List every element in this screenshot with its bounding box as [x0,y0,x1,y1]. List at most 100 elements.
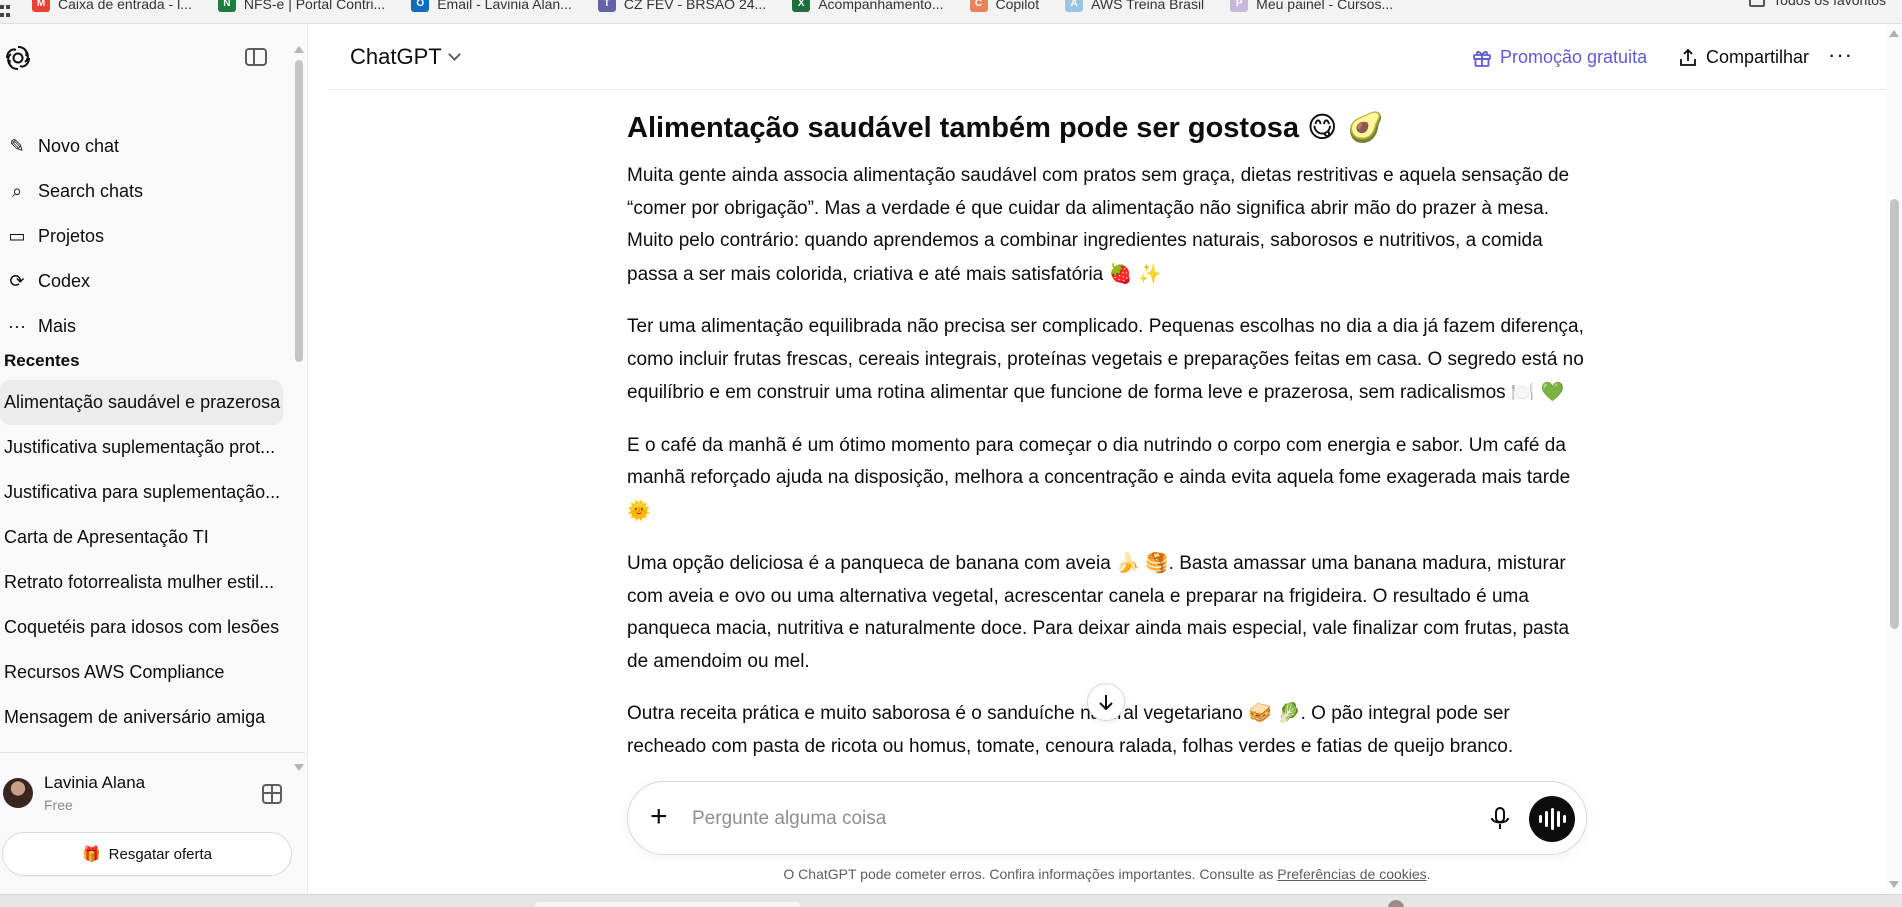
scroll-up-arrow-icon[interactable] [1889,30,1899,37]
bookmark-label: Acompanhamento... [818,0,944,12]
prompt-input[interactable] [692,804,1492,834]
bookmark-item[interactable]: O Email - Lavinia Alan... [411,0,572,12]
bookmark-label: Copilot [995,0,1040,12]
paragraph-emoji: 🌞 [627,499,651,522]
bookmark-item[interactable]: T CZ FEV - BRSAO 24... [597,0,767,12]
taskbar-search[interactable] [535,902,800,907]
bookmark-label: CZ FEV - BRSAO 24... [623,0,767,12]
add-attachment-icon[interactable]: + [650,802,668,832]
all-favorites[interactable]: Todos os favoritos [1749,0,1886,8]
nfse-icon: N [217,0,236,12]
folder-icon [1749,0,1766,7]
bookmark-item[interactable]: C Copilot [969,0,1040,12]
all-favorites-label: Todos os favoritos [1773,0,1886,8]
user-name: Lavinia Alana [44,773,146,792]
sidebar-item-new-chat[interactable]: ✎ Novo chat [0,124,290,169]
recent-chat-item[interactable]: Recursos AWS Compliance [0,650,283,695]
teams-icon: T [597,0,616,12]
courses-icon: P [1230,0,1249,12]
sidebar-divider [0,752,305,753]
bookmark-item[interactable]: A AWS Treina Brasil [1065,0,1204,12]
bookmark-label: Email - Lavinia Alan... [437,0,572,12]
recent-chats-list: Alimentação saudável e prazerosa Justific… [0,380,283,740]
openai-logo-icon[interactable] [4,44,32,72]
sidebar-scrollbar[interactable] [294,46,304,771]
projects-icon: ▭ [8,226,26,246]
article-paragraph: Muita gente ainda associa alimentação sa… [627,160,1587,291]
taskbar [0,894,1902,907]
recent-chat-item[interactable]: Retrato fotorrealista mulher estil... [0,560,283,605]
scroll-up-arrow-icon[interactable] [294,46,304,53]
model-selector[interactable]: ChatGPT [350,44,461,70]
paragraph-emoji: 🍓 ✨ [1108,262,1162,285]
arrow-down-icon [1099,695,1113,711]
scroll-down-arrow-icon[interactable] [1889,881,1899,888]
microphone-icon[interactable] [1490,806,1510,832]
free-promo-button[interactable]: Promoção gratuita [1472,47,1647,68]
disclaimer: O ChatGPT pode cometer erros. Confira in… [0,866,1902,882]
sidebar-item-label: Codex [38,271,91,291]
user-profile[interactable]: Lavinia Alana Free [0,764,300,820]
gmail-icon: M [32,0,50,12]
sidebar-item-projects[interactable]: ▭ Projetos [0,214,290,259]
bookmark-label: AWS Treina Brasil [1091,0,1205,12]
sidebar-item-search[interactable]: ⌕ Search chats [0,169,290,214]
gift-icon: 🎁 [81,846,101,863]
message-composer: + [627,781,1587,855]
excel-icon: X [792,0,811,12]
sidebar-item-label: Novo chat [38,136,120,156]
sidebar-nav: ✎ Novo chat ⌕ Search chats ▭ Projetos ⟳ Codex ··… [0,124,290,349]
sidebar-item-label: Search chats [38,181,144,201]
more-options-icon[interactable]: ··· [1828,42,1853,68]
article-title-text: Alimentação saudável também pode ser gos… [627,112,1300,144]
paragraph-text: Outra receita prática e muito saborosa é… [627,703,1514,757]
voice-mode-button[interactable] [1529,796,1575,842]
bookmark-label: Caixa de entrada - l... [58,0,192,12]
recent-chat-item[interactable]: Carta de Apresentação TI [0,515,283,560]
bookmarks-bar: M Caixa de entrada - l... N NFS-e | Portal … [0,0,1902,24]
article-paragraph: Uma opção deliciosa é a panqueca de bana… [627,548,1587,678]
page-scrollbar[interactable] [1886,24,1902,894]
recent-chat-item[interactable]: Coquetéis para idosos com lesões [0,605,283,650]
title-emojis: 😋 🥑 [1307,110,1384,144]
aws-icon: A [1065,0,1084,12]
gift-icon [1473,50,1491,67]
cookie-preferences-link[interactable]: Preferências de cookies [1277,866,1426,882]
copilot-icon: C [969,0,988,12]
sidebar-item-label: Mais [38,316,77,336]
article-paragraph: Ter uma alimentação equilibrada não prec… [627,311,1587,410]
apps-grid-icon[interactable] [0,4,12,19]
recent-chat-item[interactable]: Alimentação saudável e prazerosa [0,380,283,425]
bookmark-item[interactable]: M Caixa de entrada - l... [32,0,192,12]
sidebar-item-more-dots[interactable]: ··· Mais [0,304,290,349]
paragraph-emoji: 🍽️ 💚 [1510,381,1565,403]
bookmark-label: NFS-e | Portal Contri... [243,0,386,12]
bookmark-item[interactable]: P Meu painel - Cursos... [1230,0,1393,12]
paragraph-text: Muita gente ainda associa alimentação sa… [627,165,1570,285]
sidebar-item-label: Projetos [38,226,105,246]
chevron-down-icon [447,47,461,61]
taskbar-app-icon[interactable] [1388,900,1404,907]
recent-chat-item[interactable]: Mensagem de aniversário amiga [0,695,283,740]
sidebar-toggle-icon[interactable] [245,48,267,66]
paragraph-text: Uma opção deliciosa é a panqueca de bana… [627,553,1570,672]
codex-icon: ⟳ [9,271,25,291]
article-paragraph: E o café da manhã é um ótimo momento par… [627,430,1587,529]
share-button[interactable]: Compartilhar [1678,47,1809,68]
bookmark-item[interactable]: X Acompanhamento... [792,0,944,12]
paragraph-text: E o café da manhã é um ótimo momento par… [627,434,1571,489]
upgrade-plan-icon[interactable] [262,784,282,804]
sidebar: ✎ Novo chat ⌕ Search chats ▭ Projetos ⟳ Codex ··… [0,24,308,894]
sidebar-item-codex[interactable]: ⟳ Codex [0,259,290,304]
page-scroll-thumb[interactable] [1890,199,1899,629]
outlook-icon: O [411,0,430,12]
promo-label: Promoção gratuita [1500,47,1648,67]
recent-section-title: Recentes [4,351,80,370]
model-name: ChatGPT [350,44,442,69]
bookmark-item[interactable]: N NFS-e | Portal Contri... [217,0,386,12]
avatar[interactable] [3,778,33,808]
recent-chat-item[interactable]: Justificativa suplementação prot... [0,425,283,470]
sidebar-scroll-thumb[interactable] [295,60,303,362]
scroll-to-bottom-button[interactable] [1087,683,1125,721]
recent-chat-item[interactable]: Justificativa para suplementação... [0,470,283,515]
